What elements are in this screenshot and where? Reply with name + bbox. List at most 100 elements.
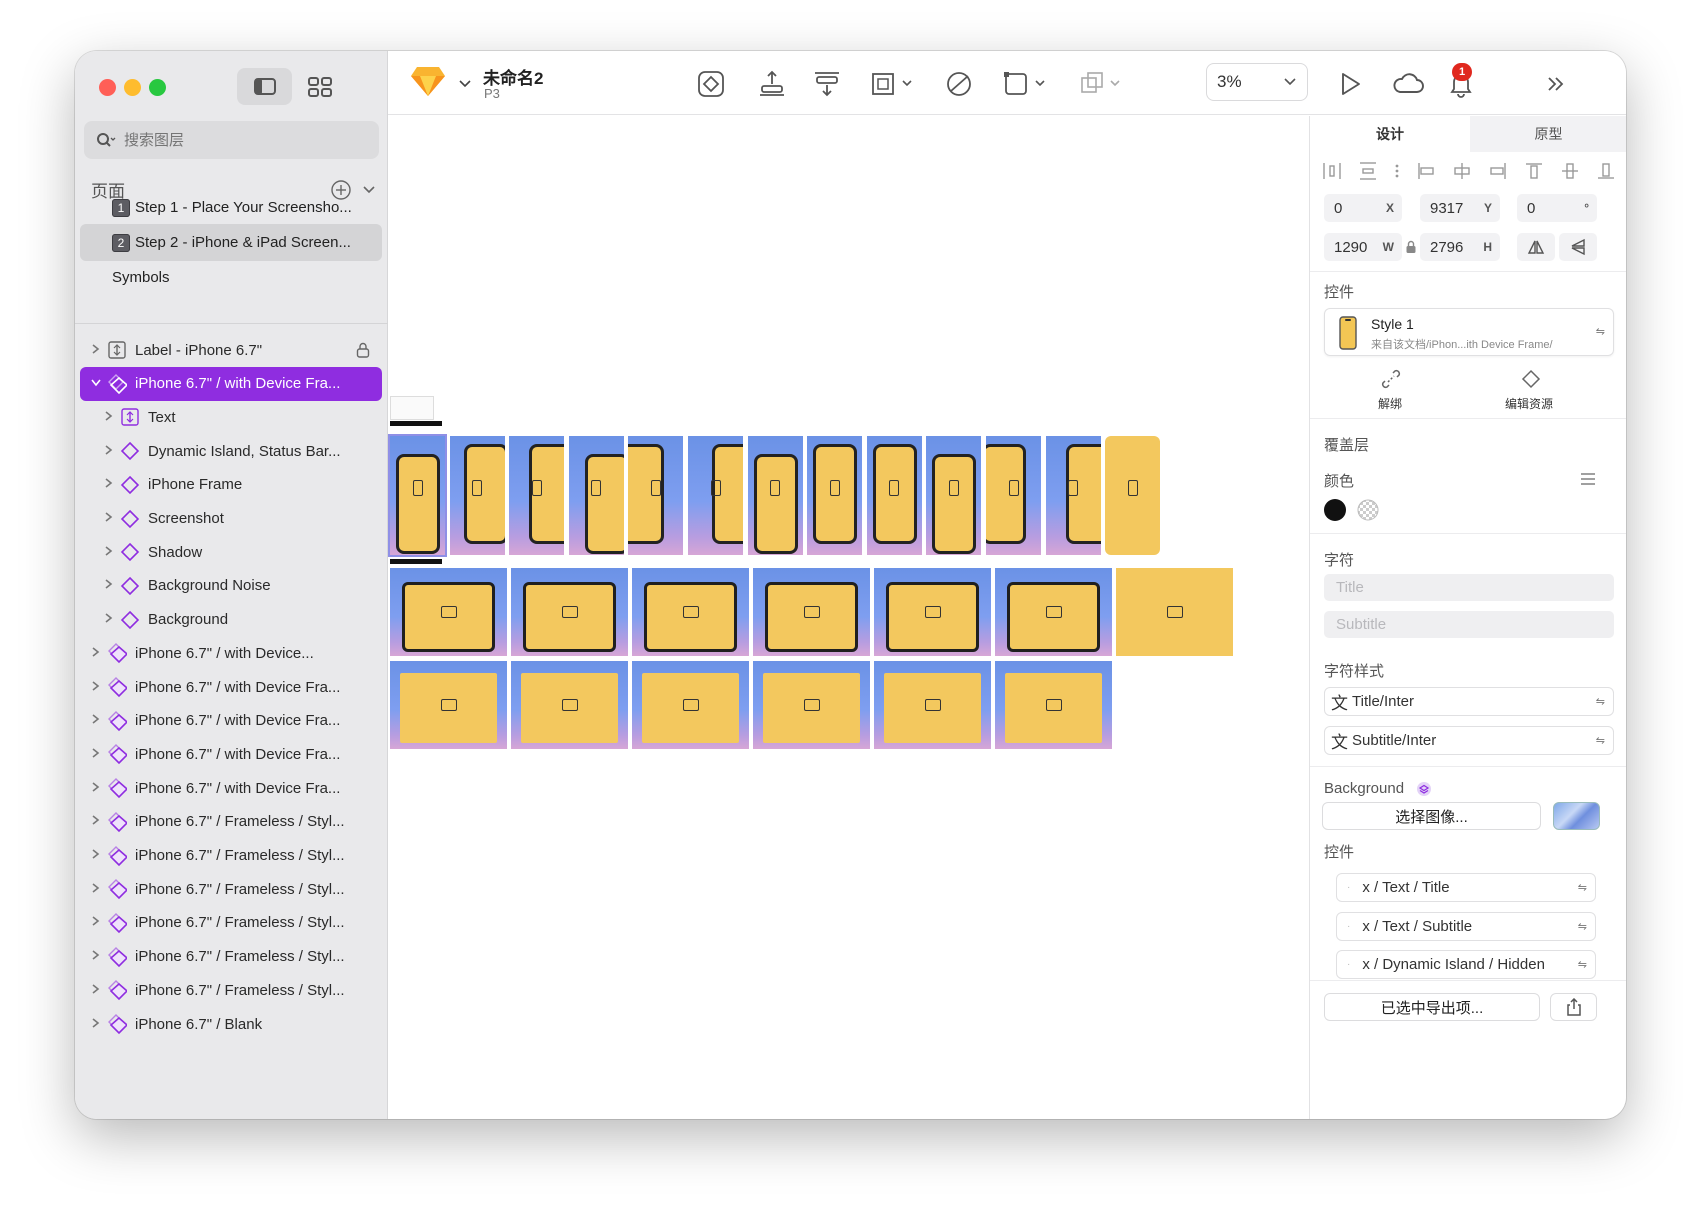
more-vertical-icon[interactable]: [1394, 161, 1400, 184]
ipad-artboard[interactable]: [632, 568, 749, 656]
ipad-artboard[interactable]: [511, 661, 628, 749]
chevron-right-icon[interactable]: [89, 713, 103, 728]
chevron-right-icon[interactable]: [89, 983, 103, 998]
chevron-right-icon[interactable]: [102, 511, 116, 526]
layer-row[interactable]: iPhone 6.7" / with Device Fra...: [80, 670, 382, 704]
choose-image-button[interactable]: 选择图像...: [1322, 802, 1541, 830]
chevron-right-icon[interactable]: [102, 612, 116, 627]
edit-source-label[interactable]: 编辑资源: [1505, 395, 1553, 412]
title-text-style-select[interactable]: 文 Title/Inter ⇋: [1324, 687, 1614, 716]
ipad-artboard[interactable]: [390, 568, 507, 656]
layer-row[interactable]: iPhone 6.7" / with Device Fra...: [80, 737, 382, 771]
chevron-right-icon[interactable]: [89, 848, 103, 863]
iphone-artboard[interactable]: [807, 436, 863, 555]
chevron-right-icon[interactable]: [89, 747, 103, 762]
tab-prototype[interactable]: 原型: [1470, 116, 1626, 152]
iphone-artboard[interactable]: [568, 436, 624, 555]
subtitle-override-input[interactable]: Subtitle: [1324, 611, 1614, 638]
flip-horizontal-button[interactable]: [1517, 233, 1555, 261]
label-artboard-ipad[interactable]: [390, 559, 442, 564]
layer-row[interactable]: iPhone 6.7" / with Device Fra...: [80, 704, 382, 738]
subtitle-text-style-select[interactable]: 文 Subtitle/Inter ⇋: [1324, 726, 1614, 755]
layer-row[interactable]: iPhone 6.7" / with Device Fra...: [80, 771, 382, 805]
x-position-field[interactable]: 0X: [1324, 194, 1402, 222]
cloud-icon[interactable]: [1391, 69, 1425, 99]
layer-row[interactable]: iPhone 6.7" / Blank: [80, 1007, 382, 1041]
ipad-artboard[interactable]: [753, 661, 870, 749]
chevron-right-icon[interactable]: [102, 545, 116, 560]
chevron-right-icon[interactable]: [89, 646, 103, 661]
layer-row[interactable]: iPhone 6.7" / Frameless / Styl...: [80, 872, 382, 906]
chevron-double-right-icon[interactable]: [1546, 69, 1566, 99]
chevron-right-icon[interactable]: [89, 781, 103, 796]
iphone-artboard[interactable]: [1105, 436, 1161, 555]
layer-row[interactable]: Dynamic Island, Status Bar...: [80, 434, 382, 468]
iphone-artboard[interactable]: [688, 436, 743, 555]
distribute-icon[interactable]: [758, 69, 786, 99]
list-menu-icon[interactable]: [1580, 472, 1596, 486]
align-center-horizontal-icon[interactable]: [1452, 161, 1472, 184]
zoom-select[interactable]: 3%: [1206, 63, 1308, 101]
color-swatch-transparent[interactable]: [1357, 499, 1379, 521]
grid-view-icon[interactable]: [293, 68, 348, 105]
export-selected-button[interactable]: 已选中导出项...: [1324, 993, 1540, 1021]
canvas-note-artboard[interactable]: [390, 396, 434, 420]
chevron-down-icon[interactable]: [89, 377, 103, 391]
ipad-artboard[interactable]: [995, 568, 1112, 656]
chevron-right-icon[interactable]: [89, 814, 103, 829]
ipad-artboard[interactable]: [632, 661, 749, 749]
page-item-step-2[interactable]: 2 Step 2 - iPhone & iPad Screen...: [80, 224, 382, 261]
ipad-artboard[interactable]: [1116, 568, 1233, 656]
chevron-right-icon[interactable]: [89, 1017, 103, 1032]
distribute-horizontal-icon[interactable]: [1322, 161, 1342, 184]
chevron-right-icon[interactable]: [89, 343, 103, 358]
chevron-right-icon[interactable]: [102, 444, 116, 459]
chevron-right-icon[interactable]: [89, 949, 103, 964]
ipad-artboard[interactable]: [753, 568, 870, 656]
chevron-right-icon[interactable]: [89, 915, 103, 930]
search-input[interactable]: [124, 131, 354, 149]
layer-row[interactable]: iPhone 6.7" / with Device Fra...: [80, 366, 382, 401]
align-top-icon[interactable]: [1524, 161, 1544, 184]
width-field[interactable]: 1290 W: [1324, 233, 1402, 261]
component-override-select[interactable]: · x / Text / Subtitle ⇋: [1336, 911, 1596, 941]
lock-ratio-icon[interactable]: [1405, 240, 1417, 254]
layer-row[interactable]: iPhone 6.7" / Frameless / Styl...: [80, 839, 382, 873]
chevron-right-icon[interactable]: [102, 410, 116, 425]
play-preview-icon[interactable]: [1338, 69, 1362, 99]
layer-search[interactable]: [84, 121, 379, 159]
chevron-right-icon[interactable]: [89, 680, 103, 695]
iphone-artboard[interactable]: [1045, 436, 1101, 555]
transform-icon[interactable]: [1002, 69, 1050, 99]
layer-row[interactable]: iPhone 6.7" / with Device...: [80, 636, 382, 670]
swap-icon[interactable]: ⇋: [1596, 325, 1605, 338]
color-swatch-black[interactable]: [1324, 499, 1346, 521]
layer-row[interactable]: iPhone Frame: [80, 468, 382, 502]
background-image-thumbnail[interactable]: [1553, 802, 1600, 830]
layer-row[interactable]: Shadow: [80, 535, 382, 569]
ipad-artboard[interactable]: [511, 568, 628, 656]
align-right-icon[interactable]: [1488, 161, 1508, 184]
align-middle-vertical-icon[interactable]: [1560, 161, 1580, 184]
stack-layout-icon[interactable]: [813, 69, 841, 99]
iphone-artboard[interactable]: [449, 436, 505, 555]
edit-source-icon[interactable]: [1521, 369, 1541, 389]
layer-row[interactable]: iPhone 6.7" / Frameless / Styl...: [80, 805, 382, 839]
chevron-down-icon[interactable]: [458, 69, 472, 99]
layer-row[interactable]: iPhone 6.7" / Frameless / Styl...: [80, 906, 382, 940]
component-override-select[interactable]: · x / Text / Title ⇋: [1336, 873, 1596, 902]
share-button[interactable]: [1550, 993, 1597, 1021]
y-position-field[interactable]: 9317 Y: [1420, 194, 1500, 222]
close-button[interactable]: [99, 79, 116, 96]
mask-icon[interactable]: [944, 69, 974, 99]
zoom-button[interactable]: [149, 79, 166, 96]
sketch-logo-icon[interactable]: [410, 66, 446, 96]
chevron-right-icon[interactable]: [102, 477, 116, 492]
detach-icon[interactable]: [1381, 369, 1401, 389]
component-override-select[interactable]: · x / Dynamic Island / Hidden ⇋: [1336, 950, 1596, 979]
iphone-artboard[interactable]: [628, 436, 684, 555]
symbol-source-card[interactable]: Style 1 来自该文档/iPhon...ith Device Frame/ …: [1324, 308, 1614, 356]
boolean-union-icon[interactable]: [1078, 69, 1126, 99]
layer-row[interactable]: Text: [80, 400, 382, 434]
layer-row[interactable]: Label - iPhone 6.7": [80, 333, 382, 367]
